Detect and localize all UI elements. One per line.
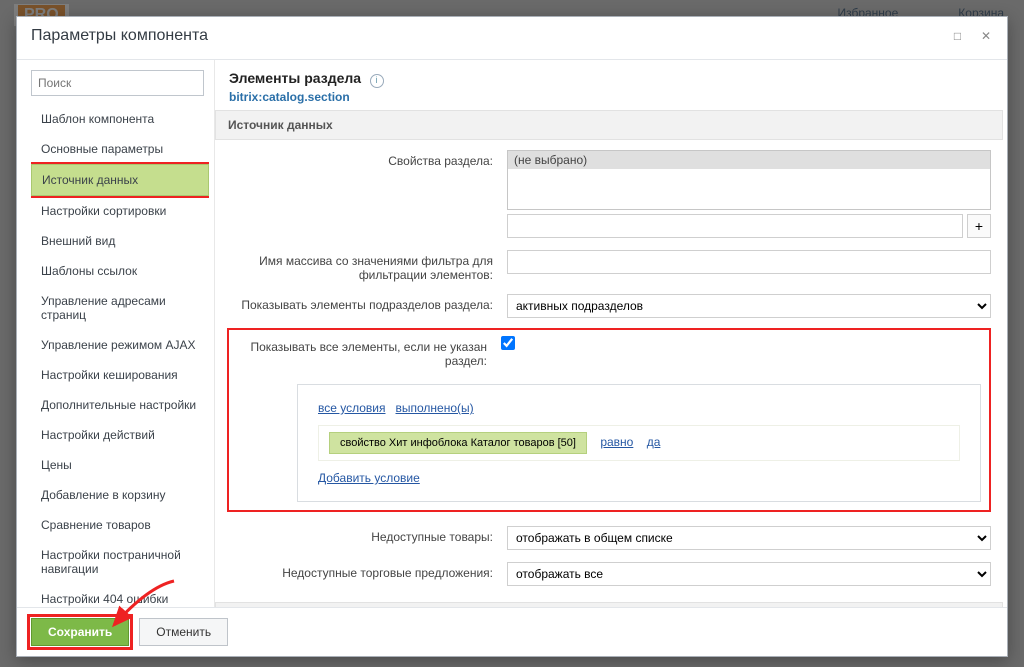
sidebar-item-5[interactable]: Шаблоны ссылок bbox=[31, 256, 209, 286]
label-filter-array: Имя массива со значениями фильтра для фи… bbox=[227, 250, 507, 282]
sidebar-item-2[interactable]: Источник данных bbox=[31, 164, 209, 196]
sidebar-item-4[interactable]: Внешний вид bbox=[31, 226, 209, 256]
info-icon[interactable]: i bbox=[370, 74, 384, 88]
filter-array-input[interactable] bbox=[507, 250, 991, 274]
sidebar-item-13[interactable]: Сравнение товаров bbox=[31, 510, 209, 540]
add-condition-link[interactable]: Добавить условие bbox=[318, 471, 420, 485]
cancel-button[interactable]: Отменить bbox=[139, 618, 228, 646]
component-name: bitrix:catalog.section bbox=[229, 90, 993, 104]
show-all-checkbox[interactable] bbox=[501, 336, 515, 350]
sidebar-item-7[interactable]: Управление режимом AJAX bbox=[31, 330, 209, 360]
conditions-panel: все условия выполнено(ы) свойство Хит ин… bbox=[297, 384, 981, 502]
cond-op[interactable]: равно bbox=[600, 435, 633, 449]
close-icon[interactable]: ✕ bbox=[979, 29, 993, 43]
page-title: Элементы раздела bbox=[229, 70, 361, 86]
sidebar-item-11[interactable]: Цены bbox=[31, 450, 209, 480]
cond-value[interactable]: да bbox=[647, 435, 661, 449]
dialog-title: Параметры компонента bbox=[31, 27, 208, 45]
label-section-props: Свойства раздела: bbox=[227, 150, 507, 168]
maximize-icon[interactable]: □ bbox=[951, 29, 965, 43]
sidebar-item-1[interactable]: Основные параметры bbox=[31, 134, 209, 164]
cond-all-link[interactable]: все условия bbox=[318, 401, 386, 415]
search-input[interactable] bbox=[31, 70, 204, 96]
label-show-all: Показывать все элементы, если не указан … bbox=[237, 336, 501, 368]
sidebar-item-8[interactable]: Настройки кеширования bbox=[31, 360, 209, 390]
component-params-dialog: Параметры компонента □ ✕ Шаблон компонен… bbox=[16, 16, 1008, 657]
section-props-listbox[interactable]: (не выбрано) bbox=[507, 150, 991, 210]
condition-row: свойство Хит инфоблока Каталог товаров [… bbox=[318, 425, 960, 461]
highlighted-filter-block: Показывать все элементы, если не указан … bbox=[227, 328, 991, 512]
section-props-extra-input[interactable] bbox=[507, 214, 963, 238]
cond-property-chip[interactable]: свойство Хит инфоблока Каталог товаров [… bbox=[329, 432, 587, 454]
sidebar-item-15[interactable]: Настройки 404 ошибки bbox=[31, 584, 209, 607]
unavail-goods-select[interactable]: отображать в общем списке bbox=[507, 526, 991, 550]
nav-list[interactable]: Шаблон компонентаОсновные параметрыИсточ… bbox=[31, 104, 210, 607]
section-data-source[interactable]: Источник данных bbox=[215, 110, 1003, 140]
label-unavail-offers: Недоступные торговые предложения: bbox=[227, 562, 507, 580]
main-scroll[interactable]: Источник данных Свойства раздела: (не вы… bbox=[215, 110, 1007, 607]
label-unavail-goods: Недоступные товары: bbox=[227, 526, 507, 544]
dialog-footer: Сохранить Отменить bbox=[17, 607, 1007, 656]
sidebar-item-0[interactable]: Шаблон компонента bbox=[31, 104, 209, 134]
sidebar-item-3[interactable]: Настройки сортировки bbox=[31, 196, 209, 226]
add-prop-button[interactable]: + bbox=[967, 214, 991, 238]
sidebar-item-14[interactable]: Настройки постраничной навигации bbox=[31, 540, 209, 584]
save-button[interactable]: Сохранить bbox=[31, 618, 129, 646]
sidebar-item-10[interactable]: Настройки действий bbox=[31, 420, 209, 450]
sidebar-item-12[interactable]: Добавление в корзину bbox=[31, 480, 209, 510]
label-subsections: Показывать элементы подразделов раздела: bbox=[227, 294, 507, 312]
sidebar: Шаблон компонентаОсновные параметрыИсточ… bbox=[17, 60, 215, 607]
unavail-offers-select[interactable]: отображать все bbox=[507, 562, 991, 586]
cond-done-link[interactable]: выполнено(ы) bbox=[396, 401, 474, 415]
sidebar-item-9[interactable]: Дополнительные настройки bbox=[31, 390, 209, 420]
sidebar-item-6[interactable]: Управление адресами страниц bbox=[31, 286, 209, 330]
dialog-titlebar: Параметры компонента □ ✕ bbox=[17, 17, 1007, 60]
subsections-select[interactable]: активных подразделов bbox=[507, 294, 991, 318]
